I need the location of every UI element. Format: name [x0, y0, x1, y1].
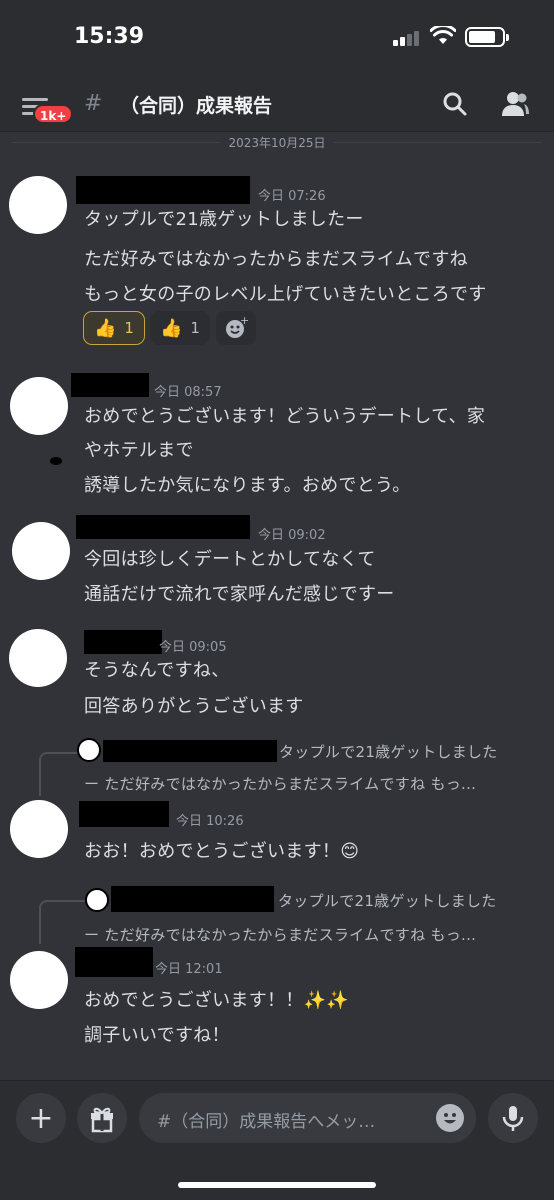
reply-preview-text[interactable]: タップルで21歳ゲットしました	[279, 741, 498, 762]
avatar[interactable]	[10, 800, 68, 858]
message-text: そうなんですね、	[84, 660, 230, 681]
message-text: ただ好みではなかったからまだスライムですね	[84, 249, 468, 270]
unread-badge: 1k+	[33, 104, 74, 124]
microphone-icon	[502, 1106, 524, 1131]
message-input-placeholder: #（合同）成果報告へメッ…	[157, 1112, 376, 1132]
message-text: タップルで21歳ゲットしましたー	[84, 209, 364, 230]
add-attachment-button[interactable]: +	[16, 1093, 66, 1143]
author-name-redacted[interactable]	[76, 515, 250, 539]
avatar[interactable]	[12, 522, 70, 580]
author-name-redacted[interactable]	[84, 630, 162, 654]
message-text: 通話だけで流れで家呼んだ感じですー	[84, 584, 395, 605]
author-name-redacted[interactable]	[75, 947, 153, 977]
plus-icon: +	[28, 1101, 54, 1136]
message-text: おめでとうございます！どういうデートして、家	[84, 406, 486, 427]
gift-icon	[91, 1107, 113, 1133]
reply-preview-text[interactable]: ー ただ好みではなかったからまだスライムですね もっ...	[84, 773, 476, 794]
add-reaction-icon: +	[226, 314, 249, 338]
author-name-redacted[interactable]	[71, 373, 149, 397]
cellular-signal-icon	[393, 30, 421, 46]
avatar[interactable]	[10, 377, 68, 435]
avatar[interactable]	[9, 629, 67, 687]
message-text: 調子いいですね！	[84, 1025, 230, 1046]
thumbs-up-emoji: 👍	[94, 317, 117, 339]
message-text: おお！おめでとうございます！😊	[84, 841, 360, 862]
reply-author-redacted[interactable]	[111, 886, 274, 912]
svg-text:+: +	[240, 314, 249, 327]
message-timestamp: 今日 12:01	[155, 962, 223, 977]
message-input[interactable]: #（合同）成果報告へメッ…	[139, 1093, 476, 1143]
reaction-thumbs-up-active[interactable]: 👍 1	[83, 311, 145, 345]
thumbs-up-emoji: 👍	[160, 317, 183, 339]
gift-button[interactable]	[77, 1093, 127, 1143]
battery-icon	[465, 27, 509, 47]
status-time: 15:39	[74, 24, 145, 49]
voice-message-button[interactable]	[488, 1093, 538, 1143]
message-timestamp: 今日 09:05	[159, 640, 227, 655]
reply-preview-text[interactable]: タップルで21歳ゲットしました	[278, 890, 497, 911]
message-text: おめでとうございます！！✨✨	[84, 990, 350, 1011]
message-text: 回答ありがとうございます	[84, 696, 304, 717]
author-name-redacted[interactable]	[76, 176, 250, 204]
reaction-count: 1	[190, 319, 200, 337]
reaction-thumbs-up[interactable]: 👍 1	[150, 311, 210, 345]
reply-preview-text[interactable]: ー ただ好みではなかったからまだスライムですね もっ...	[84, 924, 476, 945]
decorative-dot	[50, 457, 62, 465]
reply-avatar[interactable]	[77, 738, 101, 762]
reply-avatar[interactable]	[85, 888, 109, 912]
reaction-count: 1	[124, 319, 134, 337]
message-text: 誘導したか気になります。おめでとう。	[84, 475, 411, 496]
wifi-icon	[430, 26, 456, 44]
members-icon[interactable]	[500, 90, 530, 118]
date-divider-label: 2023年10月25日	[0, 134, 554, 151]
reply-author-redacted[interactable]	[103, 740, 277, 762]
channel-title[interactable]: （合同）成果報告	[120, 91, 272, 118]
emoji-icon[interactable]	[436, 1104, 464, 1132]
add-reaction-button[interactable]: +	[216, 311, 256, 345]
channel-header: 1k+ # （合同）成果報告	[0, 78, 554, 132]
message-timestamp: 今日 09:02	[258, 528, 326, 543]
reply-connector	[39, 900, 85, 944]
message-text: 今回は珍しくデートとかしてなくて	[84, 549, 376, 570]
message-timestamp: 今日 07:26	[258, 189, 326, 204]
search-icon[interactable]	[442, 91, 468, 117]
locked-channel-hash-icon: #	[84, 91, 103, 116]
message-timestamp: 今日 08:57	[154, 385, 222, 400]
message-text: やホテルまで	[84, 440, 194, 461]
avatar[interactable]	[10, 951, 68, 1009]
author-name-redacted[interactable]	[79, 801, 169, 827]
home-indicator	[178, 1182, 376, 1188]
status-bar: 15:39	[0, 0, 554, 78]
message-text: もっと女の子のレベル上げていきたいところです	[84, 284, 487, 305]
avatar[interactable]	[9, 176, 67, 234]
message-timestamp: 今日 10:26	[176, 814, 244, 829]
reply-connector	[39, 752, 77, 796]
